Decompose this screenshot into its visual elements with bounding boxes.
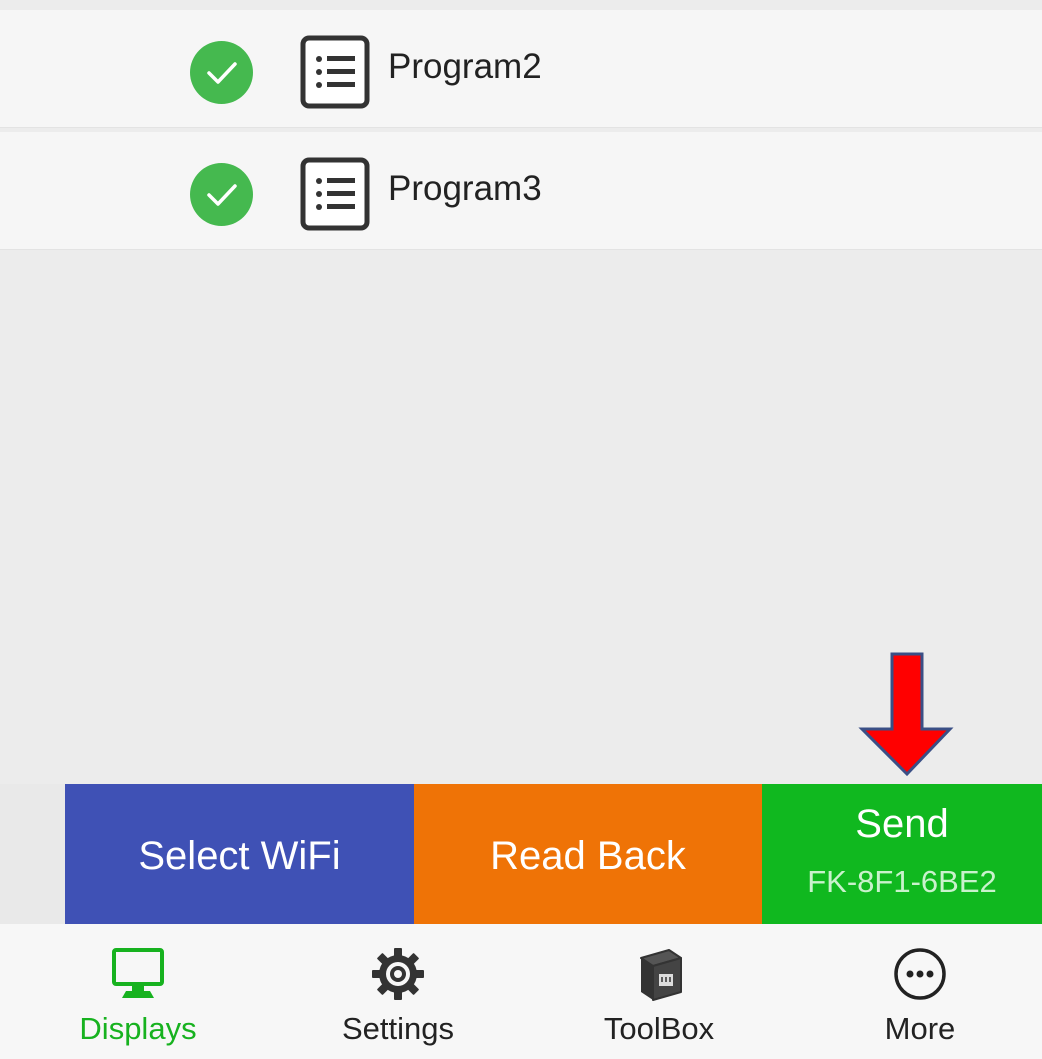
nav-settings[interactable]: Settings — [268, 924, 528, 1059]
nav-label: More — [884, 1011, 956, 1046]
send-button[interactable]: Send FK-8F1-6BE2 — [762, 784, 1042, 924]
nav-more[interactable]: More — [790, 924, 1042, 1059]
annotation-arrow-icon — [858, 651, 954, 777]
nav-label: Settings — [341, 1011, 454, 1046]
program-name: Program2 — [388, 47, 542, 86]
select-wifi-label: Select WiFi — [138, 834, 341, 878]
select-wifi-button[interactable]: Select WiFi — [65, 784, 414, 924]
read-back-button[interactable]: Read Back — [414, 784, 762, 924]
program-list-item[interactable]: Program3 — [0, 132, 1042, 250]
nav-toolbox[interactable]: ToolBox — [529, 924, 789, 1059]
gear-icon — [368, 946, 428, 1002]
monitor-icon — [108, 946, 168, 1002]
program-list-item[interactable]: Program2 — [0, 10, 1042, 128]
toolbox-icon — [629, 946, 689, 1002]
check-icon[interactable] — [190, 163, 253, 226]
program-list-icon — [300, 35, 370, 109]
action-bar: Select WiFi Read Back Send FK-8F1-6BE2 — [0, 784, 1042, 924]
bottom-navigation: Displays Settings ToolBox More — [0, 924, 1042, 1059]
nav-displays[interactable]: Displays — [8, 924, 268, 1059]
device-id: FK-8F1-6BE2 — [807, 864, 997, 899]
more-icon — [890, 946, 950, 1002]
program-name: Program3 — [388, 169, 542, 208]
nav-label: ToolBox — [603, 1011, 715, 1046]
screen: Program2 Program3 Select WiFi Read Back … — [0, 0, 1042, 1059]
program-list-icon — [300, 157, 370, 231]
nav-label: Displays — [79, 1011, 197, 1046]
send-label: Send — [855, 802, 949, 846]
check-icon[interactable] — [190, 41, 253, 104]
read-back-label: Read Back — [490, 834, 686, 878]
